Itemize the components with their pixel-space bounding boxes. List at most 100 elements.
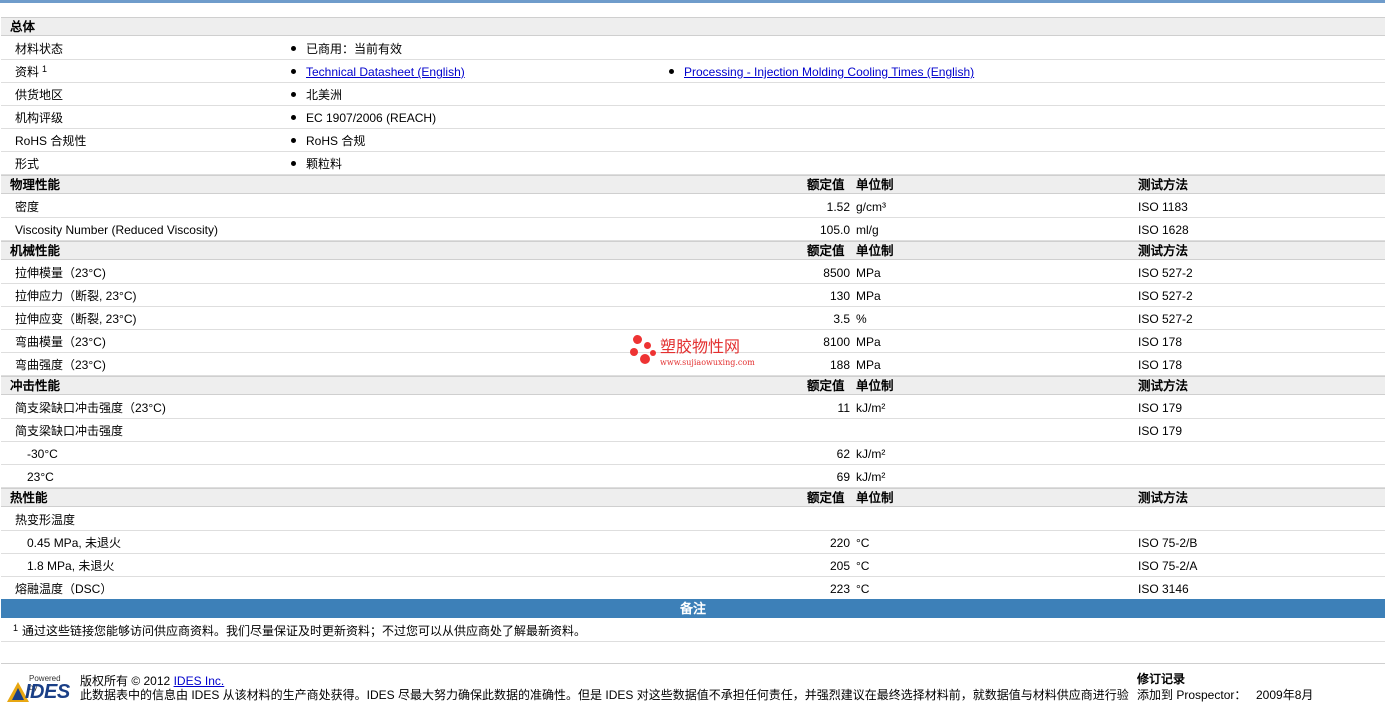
property-name: 简支梁缺口冲击强度（23°C) bbox=[15, 401, 166, 415]
table-row: 拉伸应变（断裂, 23°C) 3.5 % ISO 527-2 bbox=[1, 307, 1385, 330]
ides-logo: Powered by IDES bbox=[7, 674, 71, 703]
table-row: 机构评级 EC 1907/2006 (REACH) bbox=[1, 106, 1385, 129]
table-row: 1.8 MPa, 未退火 205 °C ISO 75-2/A bbox=[1, 554, 1385, 577]
watermark-dot-icon bbox=[650, 350, 656, 356]
test-method: ISO 527-2 bbox=[1138, 289, 1193, 303]
section-header-thermal: 热性能 额定值 单位制 测试方法 bbox=[1, 488, 1385, 507]
top-border bbox=[0, 0, 1385, 3]
section-title: 热性能 bbox=[10, 491, 48, 505]
test-method-header: 测试方法 bbox=[1138, 178, 1189, 192]
logo-triangle-inner-icon bbox=[12, 688, 24, 700]
test-method: ISO 75-2/B bbox=[1138, 536, 1198, 550]
row-value: 颗粒料 bbox=[291, 155, 342, 173]
row-label: 形式 bbox=[15, 157, 40, 171]
bullet-icon bbox=[291, 161, 296, 167]
section-header-mechanical: 机械性能 额定值 单位制 测试方法 bbox=[1, 241, 1385, 260]
property-value: 11 bbox=[837, 401, 850, 415]
property-unit: g/cm³ bbox=[856, 200, 886, 214]
property-unit: kJ/m² bbox=[856, 401, 886, 415]
section-header-physical: 物理性能 额定值 单位制 测试方法 bbox=[1, 175, 1385, 194]
footnote-text: 1 通过这些链接您能够访问供应商资料。我们尽量保证及时更新资料；不过您可以从供应商… bbox=[13, 623, 587, 638]
technical-datasheet-link[interactable]: Technical Datasheet (English) bbox=[306, 65, 465, 79]
property-unit: ml/g bbox=[856, 223, 879, 237]
test-method: ISO 75-2/A bbox=[1138, 559, 1198, 573]
revision-added-label: 添加到 Prospector： bbox=[1137, 688, 1247, 702]
bullet-icon bbox=[291, 46, 296, 52]
watermark-url: www.sujiaowuxing.com bbox=[660, 358, 755, 367]
property-name: 密度 bbox=[15, 200, 40, 214]
table-row: 拉伸模量（23°C) 8500 MPa ISO 527-2 bbox=[1, 261, 1385, 284]
processing-link-item: Processing - Injection Molding Cooling T… bbox=[669, 63, 974, 81]
section-header-impact: 冲击性能 额定值 单位制 测试方法 bbox=[1, 376, 1385, 395]
test-method: ISO 527-2 bbox=[1138, 266, 1193, 280]
processing-cooling-times-link[interactable]: Processing - Injection Molding Cooling T… bbox=[684, 65, 974, 79]
property-unit: kJ/m² bbox=[856, 470, 886, 484]
table-row: 简支梁缺口冲击强度（23°C) 11 kJ/m² ISO 179 bbox=[1, 396, 1385, 419]
test-method-header: 测试方法 bbox=[1138, 491, 1189, 505]
section-title: 总体 bbox=[10, 20, 36, 34]
property-name: 弯曲模量（23°C) bbox=[15, 335, 106, 349]
property-unit: % bbox=[856, 312, 867, 326]
row-value: 北美洲 bbox=[291, 86, 342, 104]
property-unit: MPa bbox=[856, 358, 881, 372]
property-value: 8500 bbox=[823, 266, 850, 280]
unit-header: 单位制 bbox=[856, 244, 894, 258]
table-row: 供货地区 北美洲 bbox=[1, 83, 1385, 106]
property-name: 熔融温度（DSC） bbox=[15, 582, 113, 596]
row-label: RoHS 合规性 bbox=[15, 134, 87, 148]
property-condition: 1.8 MPa, 未退火 bbox=[27, 559, 115, 573]
property-unit: MPa bbox=[856, 266, 881, 280]
footnote-row: 1 通过这些链接您能够访问供应商资料。我们尽量保证及时更新资料；不过您可以从供应商… bbox=[1, 619, 1385, 642]
property-value: 220 bbox=[829, 536, 850, 550]
property-name: 拉伸模量（23°C) bbox=[15, 266, 106, 280]
test-method: ISO 1183 bbox=[1138, 200, 1188, 214]
property-name: 热变形温度 bbox=[15, 513, 76, 527]
property-value: 62 bbox=[836, 447, 850, 461]
test-method: ISO 3146 bbox=[1138, 582, 1189, 596]
copyright: 版权所有 © 2012 IDES Inc. bbox=[80, 674, 225, 688]
property-name: 拉伸应变（断裂, 23°C) bbox=[15, 312, 137, 326]
table-row: RoHS 合规性 RoHS 合规 bbox=[1, 129, 1385, 152]
property-value: 205 bbox=[829, 559, 850, 573]
logo-text: IDES bbox=[25, 681, 70, 703]
test-method: ISO 179 bbox=[1138, 424, 1183, 438]
bullet-icon bbox=[291, 92, 296, 98]
rated-value-header: 额定值 bbox=[807, 491, 845, 505]
row-value: 已商用：当前有效 bbox=[291, 40, 402, 58]
table-row: 材料状态 已商用：当前有效 bbox=[1, 37, 1385, 60]
property-unit: kJ/m² bbox=[856, 447, 886, 461]
property-unit: °C bbox=[856, 536, 870, 550]
unit-header: 单位制 bbox=[856, 491, 894, 505]
property-value: 1.52 bbox=[826, 200, 850, 214]
row-label: 材料状态 bbox=[15, 42, 64, 56]
table-row: 拉伸应力（断裂, 23°C) 130 MPa ISO 527-2 bbox=[1, 284, 1385, 307]
row-value: RoHS 合规 bbox=[291, 132, 365, 150]
table-row: 资料 1 Technical Datasheet (English) Proces… bbox=[1, 60, 1385, 83]
revision-history-title: 修订记录 bbox=[1137, 672, 1186, 686]
datasheet-link-item: Technical Datasheet (English) bbox=[291, 63, 465, 81]
revision-date: 2009年8月 bbox=[1256, 688, 1314, 702]
section-title: 机械性能 bbox=[10, 244, 61, 258]
watermark: 塑胶物性网 www.sujiaowuxing.com bbox=[630, 334, 770, 370]
bullet-icon bbox=[291, 69, 296, 75]
table-row: -30°C 62 kJ/m² bbox=[1, 442, 1385, 465]
footnote-ref: 1 bbox=[13, 623, 19, 633]
table-row: 0.45 MPa, 未退火 220 °C ISO 75-2/B bbox=[1, 531, 1385, 554]
test-method-header: 测试方法 bbox=[1138, 244, 1189, 258]
test-method: ISO 179 bbox=[1138, 401, 1183, 415]
section-header-general: 总体 bbox=[1, 17, 1385, 36]
row-label: 供货地区 bbox=[15, 88, 64, 102]
row-label: 资料 1 bbox=[15, 64, 48, 79]
table-row: 熔融温度（DSC） 223 °C ISO 3146 bbox=[1, 577, 1385, 600]
ides-inc-link[interactable]: IDES Inc. bbox=[174, 674, 225, 688]
property-condition: -30°C bbox=[27, 447, 58, 461]
table-row: 密度 1.52 g/cm³ ISO 1183 bbox=[1, 195, 1385, 218]
property-value: 3.5 bbox=[833, 312, 850, 326]
bullet-icon bbox=[669, 69, 674, 75]
table-row: Viscosity Number (Reduced Viscosity) 105… bbox=[1, 218, 1385, 241]
footer: Powered by IDES 版权所有 © 2012 IDES Inc. 此数… bbox=[0, 664, 1385, 703]
disclaimer-text: 此数据表中的信息由 IDES 从该材料的生产商处获得。IDES 尽最大努力确保此… bbox=[80, 688, 1129, 702]
test-method: ISO 527-2 bbox=[1138, 312, 1193, 326]
bullet-icon bbox=[291, 138, 296, 144]
test-method: ISO 178 bbox=[1138, 335, 1183, 349]
